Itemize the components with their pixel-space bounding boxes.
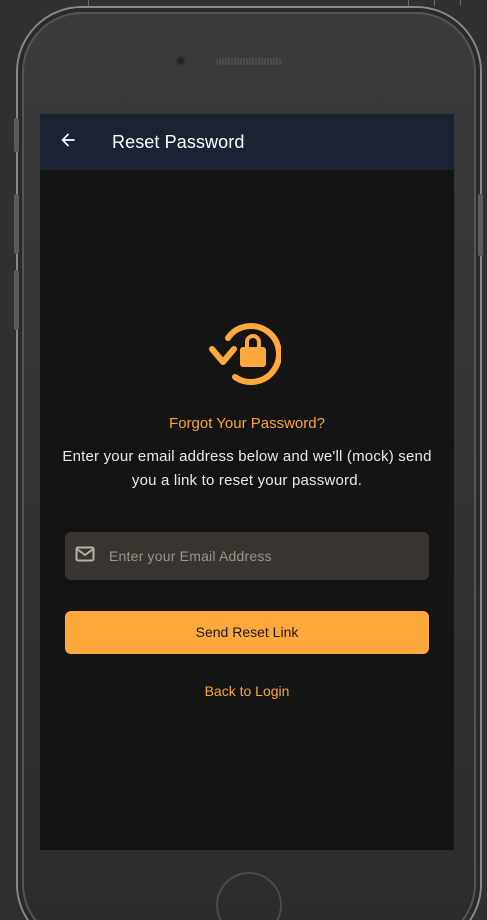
editor-ruler-tick: [408, 0, 409, 6]
phone-volume-up-button: [14, 194, 19, 254]
forgot-password-heading: Forgot Your Password?: [169, 415, 325, 432]
editor-ruler-tick: [434, 0, 435, 6]
front-camera: [176, 56, 186, 66]
back-button[interactable]: [52, 126, 84, 158]
editor-ruler-tick: [460, 0, 461, 6]
send-reset-link-button[interactable]: Send Reset Link: [65, 611, 429, 654]
lock-reset-icon: [207, 320, 282, 386]
email-input[interactable]: [109, 544, 409, 568]
arrow-left-icon: [58, 130, 78, 155]
email-field[interactable]: [65, 532, 429, 580]
app-bar: Reset Password: [40, 114, 454, 170]
back-to-login-link[interactable]: Back to Login: [40, 682, 454, 700]
page-title: Reset Password: [112, 132, 245, 152]
mail-icon: [75, 546, 95, 562]
screenshot-stage: Reset Password Forgot Your Password? Ent…: [0, 0, 487, 920]
phone-side-button: [14, 118, 19, 152]
phone-volume-down-button: [14, 270, 19, 330]
reset-instructions-text: Enter your email address below and we'll…: [62, 448, 432, 489]
app-screen: Reset Password Forgot Your Password? Ent…: [40, 114, 454, 850]
earpiece-speaker: [216, 58, 282, 65]
phone-power-button: [478, 194, 483, 256]
editor-ruler-tick: [88, 0, 89, 6]
